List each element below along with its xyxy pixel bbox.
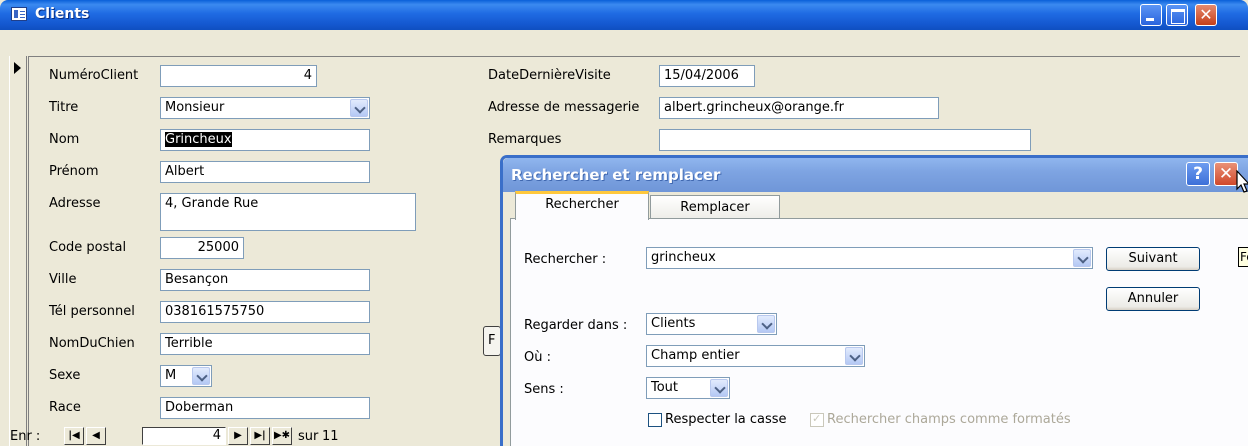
minimize-button[interactable] xyxy=(1140,4,1162,26)
date-derniere-visite-field[interactable]: 15/04/2006 xyxy=(659,65,755,87)
previous-record-button[interactable]: ◀ xyxy=(86,427,106,445)
match-case-checkbox[interactable] xyxy=(648,413,662,427)
search-formatted-label: Rechercher champs comme formatés xyxy=(827,412,1071,427)
adresse-messagerie-label: Adresse de messagerie xyxy=(488,100,640,115)
where-label: Où : xyxy=(524,350,551,365)
window-title: Clients xyxy=(35,6,90,22)
adresse-messagerie-field[interactable]: albert.grincheux@orange.fr xyxy=(659,97,939,119)
chevron-down-icon[interactable] xyxy=(1073,249,1091,267)
adresse-field[interactable]: 4, Grande Rue xyxy=(160,193,416,231)
sexe-combo[interactable]: M xyxy=(160,365,212,387)
first-record-button[interactable]: |◀ xyxy=(64,427,84,445)
direction-combo[interactable]: Tout xyxy=(646,377,730,399)
tab-rechercher[interactable]: Rechercher xyxy=(515,191,649,220)
last-record-icon: ▶| xyxy=(254,430,266,441)
numero-client-field[interactable]: 4 xyxy=(160,65,317,87)
current-record-field[interactable]: 4 xyxy=(142,427,226,445)
prenom-label: Prénom xyxy=(49,164,99,179)
record-of-label: sur xyxy=(298,429,319,444)
chevron-down-icon[interactable] xyxy=(757,315,775,333)
remarques-label: Remarques xyxy=(488,132,562,147)
dialog-title: Rechercher et remplacer xyxy=(511,166,721,184)
close-button[interactable]: ✕ xyxy=(1195,4,1217,26)
race-label: Race xyxy=(49,400,81,415)
form-command-button[interactable]: F xyxy=(483,326,501,356)
direction-label: Sens : xyxy=(524,382,564,397)
prenom-field[interactable]: Albert xyxy=(160,161,370,183)
form-icon xyxy=(11,7,27,21)
next-record-icon: ▶ xyxy=(234,430,242,441)
cancel-button[interactable]: Annuler xyxy=(1106,287,1200,311)
remarques-field[interactable] xyxy=(659,129,1031,151)
mouse-cursor-icon xyxy=(1236,170,1248,193)
window-titlebar[interactable]: Clients ✕ xyxy=(0,0,1248,30)
date-derniere-visite-label: DateDernièreVisite xyxy=(488,68,611,83)
look-in-label: Regarder dans : xyxy=(524,318,628,333)
find-replace-dialog: Rechercher et remplacer ? ✕ Rechercher R… xyxy=(500,155,1248,446)
where-value: Champ entier xyxy=(651,348,740,363)
next-record-button[interactable]: ▶ xyxy=(228,427,248,445)
last-record-button[interactable]: ▶| xyxy=(250,427,270,445)
current-record-icon xyxy=(14,62,21,74)
tel-personnel-label: Tél personnel xyxy=(49,304,135,319)
new-record-button[interactable]: ▶✱ xyxy=(272,427,292,445)
record-total: 11 xyxy=(322,429,339,444)
titre-label: Titre xyxy=(49,100,79,115)
previous-record-icon: ◀ xyxy=(92,430,100,441)
sexe-label: Sexe xyxy=(49,368,81,383)
maximize-button[interactable] xyxy=(1166,4,1188,26)
match-case-label: Respecter la casse xyxy=(665,412,787,427)
direction-value: Tout xyxy=(651,380,679,395)
sexe-value: M xyxy=(165,368,177,383)
chevron-down-icon[interactable] xyxy=(192,367,210,385)
chevron-down-icon[interactable] xyxy=(350,99,368,117)
record-navigator: Enr : |◀ ◀ 4 ▶ ▶| ▶✱ sur 11 xyxy=(10,424,510,446)
look-in-combo[interactable]: Clients xyxy=(646,313,777,335)
tooltip: Fe xyxy=(1238,247,1248,267)
search-combo[interactable]: grincheux xyxy=(646,247,1093,269)
next-button[interactable]: Suivant xyxy=(1106,247,1200,271)
search-value: grincheux xyxy=(651,250,716,265)
help-button[interactable]: ? xyxy=(1186,162,1210,186)
nom-field[interactable]: Grincheux xyxy=(160,129,370,151)
close-icon: ✕ xyxy=(1199,5,1213,24)
first-record-icon: |◀ xyxy=(68,430,80,441)
search-label: Rechercher : xyxy=(524,252,607,267)
record-selector[interactable] xyxy=(9,56,27,446)
chevron-down-icon[interactable] xyxy=(710,379,728,397)
race-field[interactable]: Doberman xyxy=(160,397,370,419)
ville-label: Ville xyxy=(49,272,77,287)
ville-field[interactable]: Besançon xyxy=(160,269,370,291)
close-icon: ✕ xyxy=(1218,164,1234,184)
nom-label: Nom xyxy=(49,132,80,147)
code-postal-field[interactable]: 25000 xyxy=(160,237,244,259)
nom-du-chien-label: NomDuChien xyxy=(49,336,135,351)
look-in-value: Clients xyxy=(651,316,696,331)
titre-value: Monsieur xyxy=(165,100,225,115)
titre-combo[interactable]: Monsieur xyxy=(160,97,370,119)
where-combo[interactable]: Champ entier xyxy=(646,345,865,367)
dialog-titlebar[interactable]: Rechercher et remplacer ? ✕ xyxy=(503,158,1248,192)
help-icon: ? xyxy=(1193,164,1203,184)
code-postal-label: Code postal xyxy=(49,240,127,255)
record-label: Enr : xyxy=(10,429,41,444)
new-record-icon: ▶✱ xyxy=(273,430,291,441)
chevron-down-icon[interactable] xyxy=(845,347,863,365)
numero-client-label: NuméroClient xyxy=(49,68,139,83)
dialog-close-button[interactable]: ✕ xyxy=(1214,162,1238,186)
clients-window: Clients ✕ NuméroClient 4 Titre Monsieur … xyxy=(0,0,1248,446)
search-formatted-checkbox[interactable] xyxy=(810,412,824,427)
tel-personnel-field[interactable]: 038161575750 xyxy=(160,301,370,323)
nom-du-chien-field[interactable]: Terrible xyxy=(160,333,370,355)
adresse-label: Adresse xyxy=(49,196,101,211)
nom-value: Grincheux xyxy=(165,132,232,147)
